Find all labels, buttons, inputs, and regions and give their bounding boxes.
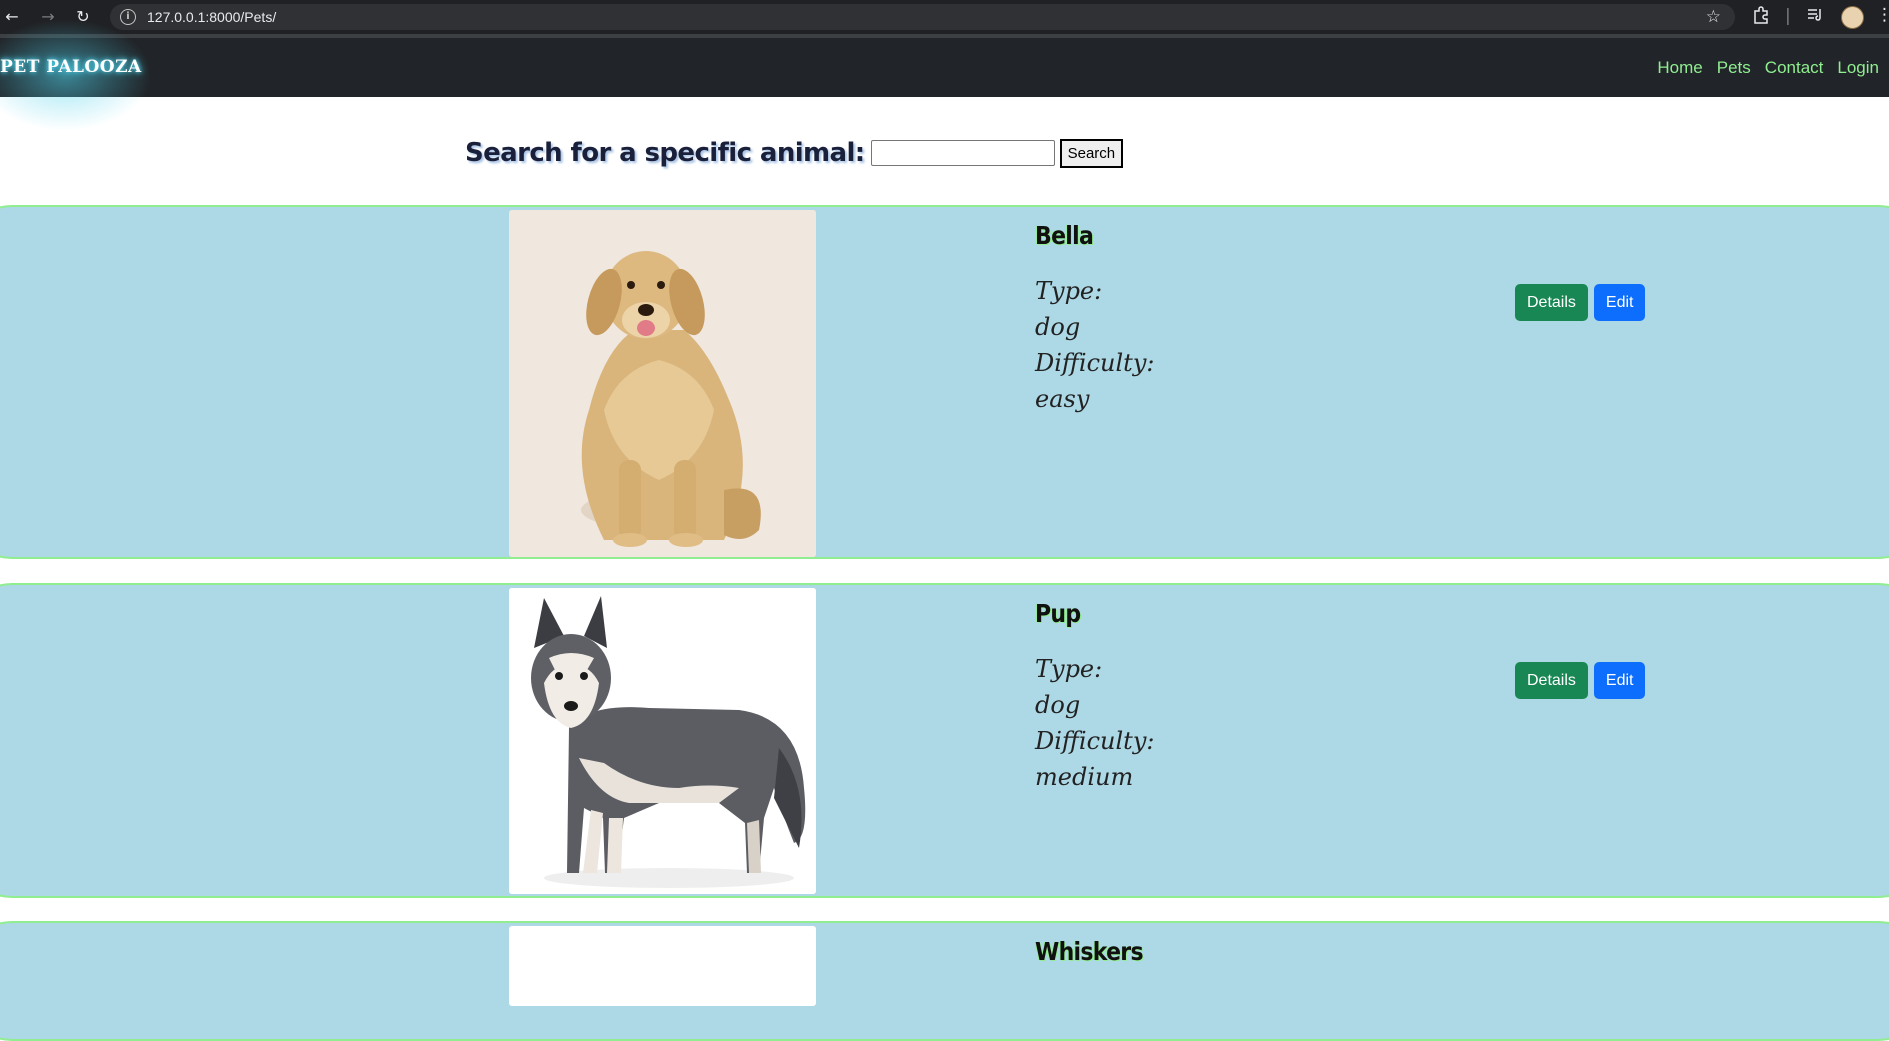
pet-card: Bella Type: dog Difficulty: easy Details…: [0, 205, 1889, 559]
pet-photo: [509, 926, 816, 1006]
profile-avatar-icon[interactable]: [1841, 6, 1864, 29]
pet-name: Bella: [1035, 221, 1094, 250]
search-button[interactable]: Search: [1059, 138, 1124, 168]
bookmark-star-icon[interactable]: ☆: [1706, 7, 1721, 27]
search-input[interactable]: [870, 140, 1055, 166]
nav-login[interactable]: Login: [1837, 58, 1879, 78]
nav-links: Home Pets Contact Login: [1657, 58, 1879, 78]
search-label: Search for a specific animal:: [465, 138, 865, 168]
pet-difficulty-value: medium: [1035, 763, 1134, 791]
pet-info: Type: dog Difficulty: easy: [1035, 273, 1154, 417]
husky-image: [509, 588, 816, 894]
details-button[interactable]: Details: [1515, 662, 1588, 699]
pet-name: Whiskers: [1035, 937, 1144, 966]
browser-toolbar: ← → ↻ i 127.0.0.1:8000/Pets/ ☆ | ⋮: [0, 0, 1889, 34]
details-button[interactable]: Details: [1515, 284, 1588, 321]
browser-menu-icon[interactable]: ⋮: [1876, 5, 1889, 25]
forward-icon[interactable]: →: [38, 7, 58, 27]
toolbar-divider: |: [1785, 6, 1791, 26]
pet-difficulty-value: easy: [1035, 385, 1090, 413]
address-bar[interactable]: i 127.0.0.1:8000/Pets/ ☆: [110, 4, 1735, 30]
pet-info: Type: dog Difficulty: medium: [1035, 651, 1154, 795]
pet-photo: [509, 588, 816, 894]
golden-retriever-image: [509, 210, 816, 557]
nav-contact[interactable]: Contact: [1765, 58, 1824, 78]
pet-type-value: dog: [1035, 691, 1081, 719]
reload-icon[interactable]: ↻: [73, 7, 93, 27]
site-info-icon[interactable]: i: [120, 9, 136, 25]
extensions-icon[interactable]: [1752, 6, 1770, 29]
edit-button[interactable]: Edit: [1593, 284, 1646, 321]
edit-button[interactable]: Edit: [1593, 662, 1646, 699]
pet-name: Pup: [1035, 599, 1081, 628]
pet-difficulty-label: Difficulty:: [1035, 727, 1155, 755]
url-text[interactable]: 127.0.0.1:8000/Pets/: [147, 9, 276, 25]
pet-type-label: Type:: [1035, 655, 1103, 683]
pet-card: Whiskers: [0, 921, 1889, 1041]
pet-photo: [509, 210, 816, 557]
nav-home[interactable]: Home: [1657, 58, 1702, 78]
back-icon[interactable]: ←: [2, 7, 22, 27]
search-form: Search for a specific animal: Search: [465, 138, 1124, 168]
pet-card: Pup Type: dog Difficulty: medium Details…: [0, 583, 1889, 898]
pet-type-value: dog: [1035, 313, 1081, 341]
pet-type-label: Type:: [1035, 277, 1103, 305]
pet-actions: Details Edit: [1515, 284, 1646, 321]
pet-actions: Details Edit: [1515, 662, 1646, 699]
pet-difficulty-label: Difficulty:: [1035, 349, 1155, 377]
brand-logo[interactable]: PET PALOOZA: [0, 57, 142, 77]
nav-pets[interactable]: Pets: [1717, 58, 1751, 78]
media-controls-icon[interactable]: [1806, 6, 1824, 29]
site-navbar: [0, 38, 1889, 97]
